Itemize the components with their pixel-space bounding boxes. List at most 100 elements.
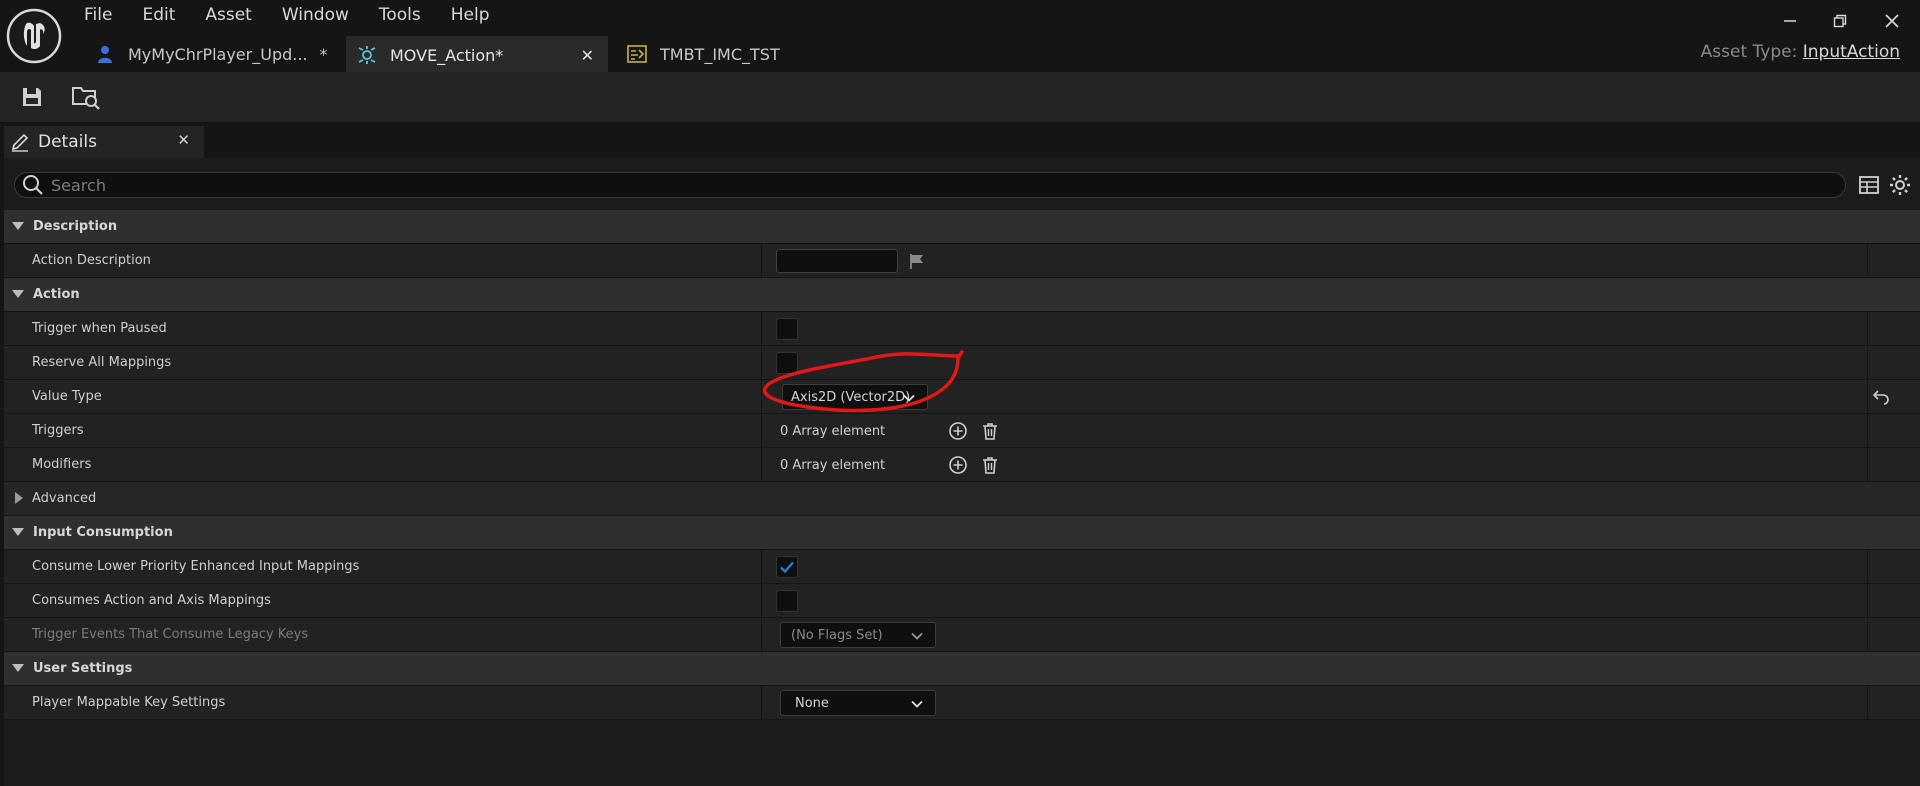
property-value: None xyxy=(780,686,936,720)
property-reserve-all-mappings: Reserve All Mappings xyxy=(4,346,1920,380)
search-icon xyxy=(23,175,43,195)
dropdown-value: (No Flags Set) xyxy=(791,627,883,643)
trigger-when-paused-checkbox[interactable] xyxy=(776,318,798,340)
clear-array-button[interactable] xyxy=(978,419,1002,443)
column-divider xyxy=(1867,686,1868,720)
checkmark-icon xyxy=(780,561,794,574)
blueprint-character-icon xyxy=(94,43,116,65)
localization-flag-icon[interactable] xyxy=(908,252,926,270)
column-divider[interactable] xyxy=(761,380,762,414)
clear-array-button[interactable] xyxy=(978,453,1002,477)
column-divider xyxy=(1867,414,1868,448)
tab-label: MyMyChrPlayer_Upd... xyxy=(128,44,308,64)
chevron-down-icon xyxy=(903,394,915,402)
browse-folder-icon xyxy=(72,87,100,110)
property-label: Player Mappable Key Settings xyxy=(32,695,226,710)
details-panel-tab[interactable]: Details ✕ xyxy=(4,126,204,158)
tab-move-action[interactable]: MOVE_Action* ✕ xyxy=(346,36,608,72)
menu-file[interactable]: File xyxy=(84,4,112,26)
column-divider[interactable] xyxy=(761,414,762,448)
reserve-all-mappings-checkbox[interactable] xyxy=(776,352,798,374)
category-label: Input Consumption xyxy=(33,525,173,540)
column-divider xyxy=(1867,346,1868,380)
property-value xyxy=(776,244,926,278)
document-tabs: MyMyChrPlayer_Upd... * MOVE_Action* ✕ TM… xyxy=(84,36,788,72)
trigger-events-dropdown[interactable]: (No Flags Set) xyxy=(780,622,936,648)
category-label: User Settings xyxy=(33,661,133,676)
tab-mychrplayer[interactable]: MyMyChrPlayer_Upd... * xyxy=(84,36,346,72)
asset-type-label: Asset Type: xyxy=(1700,42,1798,62)
property-modifiers: Modifiers 0 Array element xyxy=(4,448,1920,482)
action-description-input[interactable] xyxy=(776,249,898,273)
category-action[interactable]: Action xyxy=(4,278,1920,312)
property-consume-lower-priority: Consume Lower Priority Enhanced Input Ma… xyxy=(4,550,1920,584)
search-input[interactable] xyxy=(51,175,1831,195)
column-divider xyxy=(1867,312,1868,346)
tab-tmbt-imc[interactable]: TMBT_IMC_TST xyxy=(608,36,788,72)
property-label: Value Type xyxy=(32,389,102,404)
column-divider xyxy=(1867,618,1868,652)
trash-icon xyxy=(983,457,997,474)
minimize-button[interactable] xyxy=(1768,8,1812,34)
add-element-button[interactable] xyxy=(946,419,970,443)
array-count: 0 Array element xyxy=(780,457,886,473)
menu-window[interactable]: Window xyxy=(282,4,349,26)
column-divider[interactable] xyxy=(761,312,762,346)
menu-tools[interactable]: Tools xyxy=(379,4,421,26)
value-type-dropdown[interactable]: Axis2D (Vector2D) xyxy=(782,384,928,410)
property-player-mappable: Player Mappable Key Settings None xyxy=(4,686,1920,720)
property-value xyxy=(776,584,798,618)
column-divider[interactable] xyxy=(761,584,762,618)
menu-bar: File Edit Asset Window Tools Help xyxy=(84,4,520,26)
plus-circle-icon xyxy=(949,422,967,440)
trash-icon xyxy=(983,423,997,440)
chevron-down-icon xyxy=(911,632,923,640)
property-trigger-events-legacy: Trigger Events That Consume Legacy Keys … xyxy=(4,618,1920,652)
property-value: 0 Array element xyxy=(780,448,1002,482)
property-value: (No Flags Set) xyxy=(780,618,936,652)
property-consumes-action-axis: Consumes Action and Axis Mappings xyxy=(4,584,1920,618)
category-input-consumption[interactable]: Input Consumption xyxy=(4,516,1920,550)
column-divider[interactable] xyxy=(761,244,762,278)
property-label: Consume Lower Priority Enhanced Input Ma… xyxy=(32,559,360,574)
array-count: 0 Array element xyxy=(780,423,886,439)
asset-toolbar xyxy=(0,72,1920,122)
chevron-down-icon xyxy=(911,700,923,708)
details-tab-label: Details xyxy=(38,132,97,152)
consumes-action-axis-checkbox[interactable] xyxy=(776,590,798,612)
dropdown-value: Axis2D (Vector2D) xyxy=(791,389,911,405)
restore-icon xyxy=(1833,14,1847,28)
tab-close-button[interactable]: ✕ xyxy=(581,46,594,65)
details-tab-close-button[interactable]: ✕ xyxy=(177,131,190,149)
restore-button[interactable] xyxy=(1818,8,1862,34)
property-value-type: Value Type Axis2D (Vector2D) xyxy=(4,380,1920,414)
category-label: Action xyxy=(33,287,80,302)
browse-to-asset-button[interactable] xyxy=(70,82,102,112)
save-button[interactable] xyxy=(16,82,48,112)
advanced-group[interactable]: Advanced xyxy=(4,482,1920,516)
asset-type-link[interactable]: InputAction xyxy=(1803,42,1900,62)
details-search-bar xyxy=(14,172,1846,198)
gear-icon[interactable] xyxy=(1888,173,1912,197)
consume-lower-priority-checkbox[interactable] xyxy=(776,556,798,578)
category-user-settings[interactable]: User Settings xyxy=(4,652,1920,686)
column-divider[interactable] xyxy=(761,346,762,380)
menu-help[interactable]: Help xyxy=(451,4,490,26)
reset-to-default-icon[interactable] xyxy=(1872,388,1890,406)
column-divider[interactable] xyxy=(761,686,762,720)
unreal-logo-icon[interactable] xyxy=(6,8,62,64)
property-matrix-icon[interactable] xyxy=(1858,174,1880,196)
menu-asset[interactable]: Asset xyxy=(205,4,251,26)
property-label: Modifiers xyxy=(32,457,92,472)
property-label: Reserve All Mappings xyxy=(32,355,172,370)
close-window-button[interactable] xyxy=(1870,8,1914,34)
close-icon xyxy=(1885,14,1899,28)
expand-arrow-icon xyxy=(12,222,24,230)
category-description[interactable]: Description xyxy=(4,210,1920,244)
add-element-button[interactable] xyxy=(946,453,970,477)
column-divider[interactable] xyxy=(761,448,762,482)
player-mappable-dropdown[interactable]: None xyxy=(780,690,936,716)
menu-edit[interactable]: Edit xyxy=(142,4,175,26)
column-divider[interactable] xyxy=(761,550,762,584)
column-divider[interactable] xyxy=(761,618,762,652)
